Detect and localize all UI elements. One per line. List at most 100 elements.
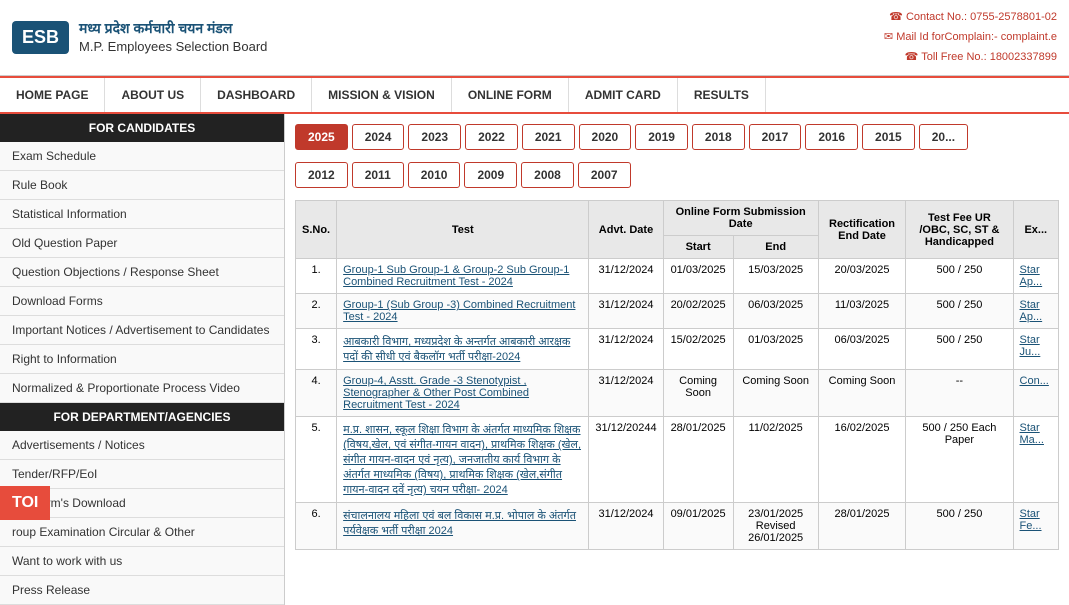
sidebar-section-candidates: FOR CANDIDATES <box>0 114 284 142</box>
sidebar-item-exam-schedule[interactable]: Exam Schedule <box>0 142 284 171</box>
year-buttons-row2: 2012 2011 2010 2009 2008 2007 <box>295 162 1059 188</box>
year-2011[interactable]: 2011 <box>352 162 404 188</box>
contact-phone: ☎ Contact No.: 0755-2578801-02 <box>884 8 1057 28</box>
year-2017[interactable]: 2017 <box>749 124 802 150</box>
nav-admit-card[interactable]: ADMIT CARD <box>569 78 678 112</box>
cell-end: 23/01/2025 Revised 26/01/2025 <box>733 503 818 550</box>
main-layout: FOR CANDIDATES Exam Schedule Rule Book S… <box>0 114 1069 605</box>
cell-test[interactable]: Group-4, Asstt. Grade -3 Stenotypist , S… <box>337 370 589 417</box>
cell-end: 01/03/2025 <box>733 329 818 370</box>
cell-sno: 5. <box>296 417 337 503</box>
th-online-form: Online Form Submission Date <box>663 201 818 236</box>
table-row: 3. आबकारी विभाग, मध्यप्रदेश के अन्तर्गत … <box>296 329 1059 370</box>
cell-exam[interactable]: Star Ma... <box>1013 417 1058 503</box>
cell-start: 09/01/2025 <box>663 503 733 550</box>
year-2022[interactable]: 2022 <box>465 124 518 150</box>
cell-end: 06/03/2025 <box>733 294 818 329</box>
cell-end: Coming Soon <box>733 370 818 417</box>
cell-start: Coming Soon <box>663 370 733 417</box>
sidebar-item-group-exam[interactable]: roup Examination Circular & Other <box>0 518 284 547</box>
sidebar-item-objections[interactable]: Question Objections / Response Sheet <box>0 258 284 287</box>
cell-test[interactable]: Group-1 (Sub Group -3) Combined Recruitm… <box>337 294 589 329</box>
year-2018[interactable]: 2018 <box>692 124 745 150</box>
cell-fee: 500 / 250 <box>906 259 1013 294</box>
year-2024[interactable]: 2024 <box>352 124 405 150</box>
cell-exam[interactable]: Con... <box>1013 370 1058 417</box>
cell-test[interactable]: आबकारी विभाग, मध्यप्रदेश के अन्तर्गत आबक… <box>337 329 589 370</box>
year-2015[interactable]: 2015 <box>862 124 915 150</box>
cell-test[interactable]: म.प्र. शासन, स्कूल शिक्षा विभाग के अंतर्… <box>337 417 589 503</box>
year-2009[interactable]: 2009 <box>464 162 517 188</box>
cell-advt-date: 31/12/2024 <box>589 503 663 550</box>
header: ESB मध्य प्रदेश कर्मचारी चयन मंडल M.P. E… <box>0 0 1069 76</box>
year-2010[interactable]: 2010 <box>408 162 461 188</box>
contact-tollfree: ☎ Toll Free No.: 18002337899 <box>884 48 1057 68</box>
nav-results[interactable]: RESULTS <box>678 78 766 112</box>
nav-home[interactable]: HOME PAGE <box>0 78 105 112</box>
cell-sno: 3. <box>296 329 337 370</box>
nav-about[interactable]: ABOUT US <box>105 78 201 112</box>
cell-rectification: 28/01/2025 <box>818 503 906 550</box>
cell-fee: 500 / 250 Each Paper <box>906 417 1013 503</box>
nav-online-form[interactable]: ONLINE FORM <box>452 78 569 112</box>
cell-start: 01/03/2025 <box>663 259 733 294</box>
th-end: End <box>733 236 818 259</box>
table-row: 1. Group-1 Sub Group-1 & Group-2 Sub Gro… <box>296 259 1059 294</box>
cell-exam[interactable]: Star Ap... <box>1013 259 1058 294</box>
recruitment-table: S.No. Test Advt. Date Online Form Submis… <box>295 200 1059 550</box>
sidebar-item-press-release[interactable]: Press Release <box>0 576 284 605</box>
sidebar-item-normalized[interactable]: Normalized & Proportionate Process Video <box>0 374 284 403</box>
year-2016[interactable]: 2016 <box>805 124 858 150</box>
th-advt-date: Advt. Date <box>589 201 663 259</box>
year-more[interactable]: 20... <box>919 124 968 150</box>
th-start: Start <box>663 236 733 259</box>
sidebar-item-important-notices[interactable]: Important Notices / Advertisement to Can… <box>0 316 284 345</box>
sidebar-item-advertisements[interactable]: Advertisements / Notices <box>0 431 284 460</box>
table-row: 4. Group-4, Asstt. Grade -3 Stenotypist … <box>296 370 1059 417</box>
year-2025[interactable]: 2025 <box>295 124 348 150</box>
cell-advt-date: 31/12/2024 <box>589 259 663 294</box>
sidebar-item-rti[interactable]: Right to Information <box>0 345 284 374</box>
table-row: 5. म.प्र. शासन, स्कूल शिक्षा विभाग के अं… <box>296 417 1059 503</box>
year-2012[interactable]: 2012 <box>295 162 348 188</box>
cell-rectification: Coming Soon <box>818 370 906 417</box>
nav-dashboard[interactable]: DASHBOARD <box>201 78 312 112</box>
cell-test[interactable]: Group-1 Sub Group-1 & Group-2 Sub Group-… <box>337 259 589 294</box>
th-fee: Test Fee UR /OBC, SC, ST & Handicapped <box>906 201 1013 259</box>
cell-advt-date: 31/12/2024 <box>589 294 663 329</box>
cell-exam[interactable]: Star Ap... <box>1013 294 1058 329</box>
sidebar-item-statistical[interactable]: Statistical Information <box>0 200 284 229</box>
cell-fee: 500 / 250 <box>906 294 1013 329</box>
cell-test[interactable]: संचालनालय महिला एवं बल विकास म.प्र. भोपा… <box>337 503 589 550</box>
cell-exam[interactable]: Star Fe... <box>1013 503 1058 550</box>
th-rectification: Rectification End Date <box>818 201 906 259</box>
year-2008[interactable]: 2008 <box>521 162 574 188</box>
cell-fee: 500 / 250 <box>906 329 1013 370</box>
sidebar-item-old-question[interactable]: Old Question Paper <box>0 229 284 258</box>
sidebar-item-download-forms[interactable]: Download Forms <box>0 287 284 316</box>
year-2020[interactable]: 2020 <box>579 124 632 150</box>
year-2019[interactable]: 2019 <box>635 124 688 150</box>
cell-advt-date: 31/12/2024 <box>589 370 663 417</box>
cell-start: 20/02/2025 <box>663 294 733 329</box>
logo-area: ESB मध्य प्रदेश कर्मचारी चयन मंडल M.P. E… <box>12 19 267 57</box>
sidebar-item-work-with-us[interactable]: Want to work with us <box>0 547 284 576</box>
cell-end: 15/03/2025 <box>733 259 818 294</box>
cell-fee: -- <box>906 370 1013 417</box>
sidebar-section-dept: FOR DEPARTMENT/AGENCIES <box>0 403 284 431</box>
cell-exam[interactable]: Star Ju... <box>1013 329 1058 370</box>
th-sno: S.No. <box>296 201 337 259</box>
toi-badge[interactable]: TOI <box>0 486 50 520</box>
year-2021[interactable]: 2021 <box>522 124 575 150</box>
cell-advt-date: 31/12/20244 <box>589 417 663 503</box>
cell-advt-date: 31/12/2024 <box>589 329 663 370</box>
cell-sno: 1. <box>296 259 337 294</box>
contact-mail: ✉ Mail Id forComplain:- complaint.e <box>884 28 1057 48</box>
nav-mission[interactable]: MISSION & VISION <box>312 78 452 112</box>
year-2023[interactable]: 2023 <box>408 124 461 150</box>
contact-info: ☎ Contact No.: 0755-2578801-02 ✉ Mail Id… <box>884 8 1057 67</box>
sidebar-item-rule-book[interactable]: Rule Book <box>0 171 284 200</box>
cell-start: 15/02/2025 <box>663 329 733 370</box>
year-2007[interactable]: 2007 <box>578 162 631 188</box>
cell-rectification: 11/03/2025 <box>818 294 906 329</box>
